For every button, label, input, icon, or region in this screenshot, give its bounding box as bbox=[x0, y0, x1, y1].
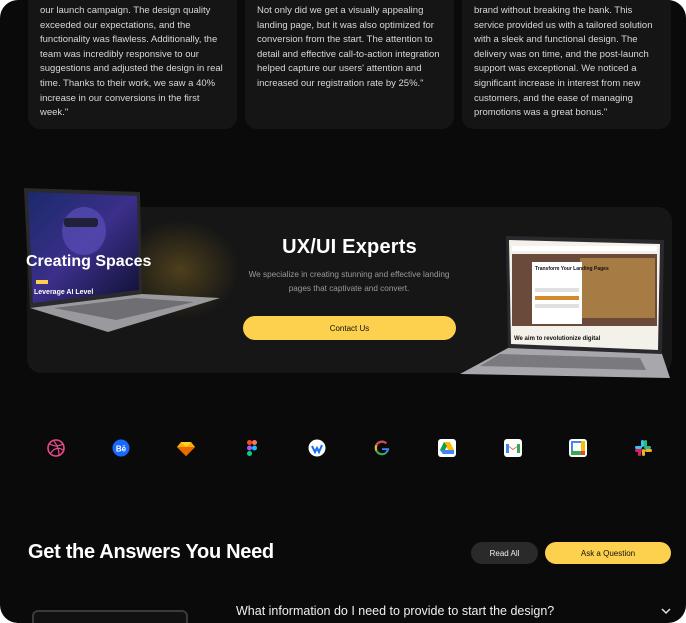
testimonial-card: brand without breaking the bank. This se… bbox=[462, 0, 671, 129]
google-drive-icon bbox=[437, 438, 457, 458]
dribbble-icon bbox=[46, 438, 66, 458]
svg-text:Bē: Bē bbox=[116, 445, 127, 454]
laptop-right-footer: We aim to revolutionize digital bbox=[514, 336, 601, 342]
faq-thumbnail bbox=[32, 610, 188, 623]
ask-question-button[interactable]: Ask a Question bbox=[545, 542, 671, 564]
testimonial-text: our launch campaign. The design quality … bbox=[40, 5, 223, 119]
faq-title: Get the Answers You Need bbox=[28, 541, 274, 563]
behance-icon: Bē bbox=[111, 438, 131, 458]
testimonial-text: brand without breaking the bank. This se… bbox=[474, 5, 653, 119]
webflow-icon bbox=[307, 438, 327, 458]
google-icon bbox=[372, 438, 392, 458]
read-all-button[interactable]: Read All bbox=[471, 542, 538, 564]
laptop-right-headline: Transform Your Landing Pages bbox=[535, 266, 609, 272]
slack-icon bbox=[633, 438, 653, 458]
contact-us-button[interactable]: Contact Us bbox=[243, 316, 456, 340]
laptop-left-headline: Creating Spaces bbox=[26, 253, 151, 270]
laptop-left-image: Creating Spaces Leverage AI Level bbox=[24, 188, 220, 332]
laptop-right-image: Transform Your Landing Pages We aim to r… bbox=[460, 236, 670, 378]
hero-subtitle: We specialize in creating stunning and e… bbox=[248, 270, 450, 293]
figma-icon bbox=[242, 438, 262, 458]
sketch-icon bbox=[176, 438, 196, 458]
laptop-left-badge: Leverage AI Level bbox=[34, 289, 93, 296]
gmail-icon bbox=[503, 438, 523, 458]
faq-question[interactable]: What information do I need to provide to… bbox=[236, 604, 554, 618]
google-calendar-icon bbox=[568, 438, 588, 458]
chevron-down-icon[interactable] bbox=[661, 607, 671, 615]
testimonial-card: our launch campaign. The design quality … bbox=[28, 0, 237, 129]
page-frame: our launch campaign. The design quality … bbox=[0, 0, 686, 623]
testimonial-card: Not only did we get a visually appealing… bbox=[245, 0, 454, 129]
logo-row: Bē bbox=[0, 438, 686, 460]
testimonial-text: Not only did we get a visually appealing… bbox=[257, 5, 440, 89]
